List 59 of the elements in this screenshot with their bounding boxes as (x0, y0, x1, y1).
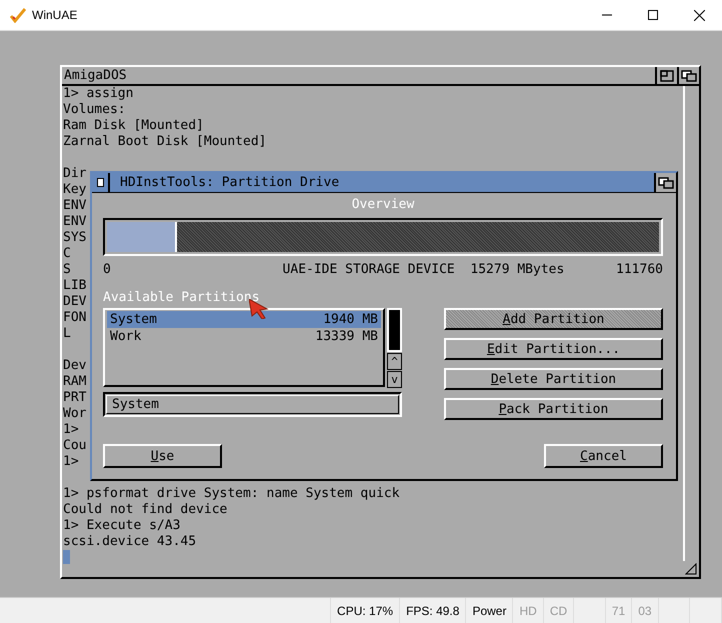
console-line: Could not find device (63, 502, 228, 518)
scroll-knob[interactable] (387, 308, 402, 352)
zoom-gadget[interactable] (655, 67, 677, 84)
console-line: C (63, 246, 71, 262)
status-cell: 03 (632, 598, 659, 623)
console-line: Dir (63, 166, 86, 182)
console-line: Ram Disk [Mounted] (63, 118, 204, 134)
dialog-title: HDInstTools: Partition Drive (119, 175, 340, 190)
console-line: FON (63, 310, 86, 326)
scroll-down-button[interactable]: v (387, 371, 402, 388)
console-line: 1> (63, 454, 79, 470)
console-line: scsi.device 43.45 (63, 534, 196, 550)
text-cursor (63, 550, 70, 564)
close-icon (694, 10, 704, 20)
checkmark-icon (10, 7, 26, 23)
scale-start: 0 (103, 262, 111, 277)
scale-end: 111760 (616, 262, 663, 277)
section-heading: Available Partitions (103, 290, 260, 305)
console-line: Dev (63, 358, 86, 374)
status-cell: FPS: 49.8 (400, 598, 466, 623)
depth-gadget[interactable] (677, 67, 699, 84)
console-line: Key (63, 182, 86, 198)
console-line: LIB (63, 278, 86, 294)
action-button[interactable]: Pack Partition (444, 398, 663, 420)
device-label: UAE-IDE STORAGE DEVICE 15279 MBytes (282, 262, 564, 277)
depth-gadget[interactable] (654, 173, 676, 192)
section-heading: Overview (352, 197, 414, 212)
scroll-up-button[interactable]: ^ (387, 353, 402, 370)
console-line: 1> Execute s/A3 (63, 518, 180, 534)
dialog-button[interactable]: Use (103, 444, 222, 468)
console-line: RAM (63, 374, 86, 390)
console-line: S (63, 262, 71, 278)
window-title: WinUAE (32, 8, 78, 22)
action-button[interactable]: Delete Partition (444, 368, 663, 390)
status-cell: HD (513, 598, 544, 623)
partition-item[interactable]: Work 13339 MB (107, 328, 381, 345)
console-line: ENV (63, 198, 86, 214)
console-line: ENV (63, 214, 86, 230)
name-field[interactable]: System (103, 392, 402, 417)
console-line: Wor (63, 406, 86, 422)
console-line: L (63, 326, 71, 342)
console-line: Zarnal Boot Disk [Mounted] (63, 134, 266, 150)
status-cell: Power (466, 598, 514, 623)
action-button[interactable]: Edit Partition... (444, 338, 663, 360)
console-line: Cou (63, 438, 86, 454)
console-line: PRT (63, 390, 86, 406)
console-line: SYS (63, 230, 86, 246)
console-line: Volumes: (63, 102, 126, 118)
console-line: 1> assign (63, 86, 134, 102)
status-cell: CPU: 17% (331, 598, 400, 623)
status-cell: 71 (606, 598, 632, 623)
dialog-button[interactable]: Cancel (544, 444, 663, 468)
status-cell: CD (544, 598, 574, 623)
console-line: 1> psformat drive System: name System quick (63, 486, 400, 502)
maximize-icon (648, 10, 658, 20)
console-title: AmigaDOS (63, 68, 127, 83)
console-line: DEV (63, 294, 86, 310)
console-line: 1> (63, 422, 79, 438)
partition-item[interactable]: System 1940 MB (107, 311, 381, 328)
